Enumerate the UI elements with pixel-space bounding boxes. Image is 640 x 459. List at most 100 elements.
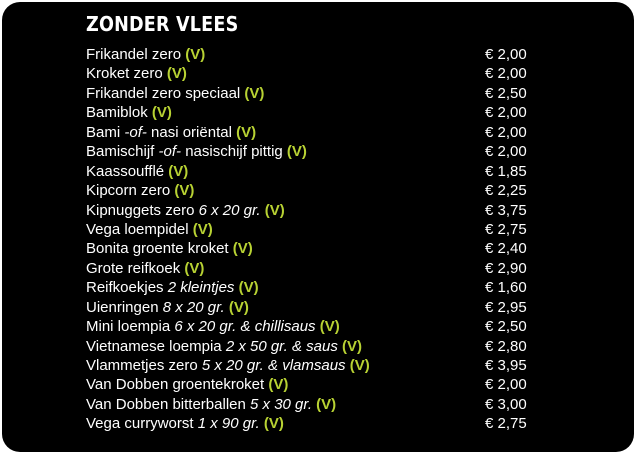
vegetarian-tag: (V): [236, 123, 257, 141]
menu-item: Mini loempia 6 x 20 gr. & chillisaus (V)…: [86, 317, 546, 336]
menu-item-description: Bonita groente kroket (V): [86, 239, 253, 258]
menu-item-description: Bami -of- nasi oriëntal (V): [86, 123, 256, 142]
menu-item-description: Bamischijf -of- nasischijf pittig (V): [86, 142, 307, 161]
vegetarian-tag: (V): [316, 395, 337, 413]
menu-item: Bamischijf -of- nasischijf pittig (V) € 2…: [86, 142, 546, 161]
menu-item-description: Frikandel zero speciaal (V): [86, 84, 264, 103]
menu-item-price: € 2,40: [485, 240, 527, 258]
vegetarian-tag: (V): [244, 84, 265, 102]
menu-item-description: Grote reifkoek (V): [86, 259, 204, 278]
menu-item-description: Vega loempidel (V): [86, 220, 213, 239]
vegetarian-tag: (V): [151, 104, 172, 122]
vegetarian-tag: (V): [286, 143, 307, 161]
menu-item-name: Bonita groente kroket: [86, 240, 229, 258]
vegetarian-tag: (V): [185, 46, 206, 63]
menu-item-name: Mini loempia: [86, 318, 171, 336]
menu-item: Vietnamese loempia 2 x 50 gr. & saus (V)…: [86, 337, 546, 356]
menu-item-description: Bamiblok (V): [86, 103, 172, 122]
menu-item-name: Bami: [86, 123, 121, 141]
menu-item: Vlammetjes zero 5 x 20 gr. & vlamsaus (V…: [86, 356, 546, 375]
menu-item-name-suffix: nasi oriëntal: [151, 123, 232, 141]
menu-item-price: € 2,00: [485, 46, 527, 63]
vegetarian-tag: (V): [166, 65, 187, 83]
menu-item-price: € 3,00: [485, 395, 527, 413]
menu-item-price: € 1,85: [485, 162, 527, 180]
menu-heading: ZONDER VLEES: [86, 12, 239, 36]
menu-item: Bami -of- nasi oriëntal (V) € 2,00: [86, 123, 546, 142]
menu-item-name: Kipcorn zero: [86, 182, 171, 200]
vegetarian-tag: (V): [184, 259, 205, 277]
menu-item-price: € 2,95: [485, 298, 527, 316]
menu-item-description: Kaassoufflé (V): [86, 162, 188, 181]
menu-item: Frikandel zero (V) € 2,00: [86, 45, 546, 64]
menu-item-detail: 2 x 50 gr. & saus: [225, 337, 338, 355]
menu-item-name: Uienringen: [86, 298, 159, 316]
menu-item: Van Dobben bitterballen 5 x 30 gr. (V) € …: [86, 395, 546, 414]
menu-item: Kroket zero (V) € 2,00: [86, 64, 546, 83]
menu-item-description: Kroket zero (V): [86, 64, 187, 83]
menu-item-detail: 6 x 20 gr.: [198, 201, 261, 219]
vegetarian-tag: (V): [263, 415, 284, 433]
menu-item: Kipnuggets zero 6 x 20 gr. (V) € 3,75: [86, 201, 546, 220]
vegetarian-tag: (V): [232, 240, 253, 258]
menu-item-price: € 2,00: [485, 65, 527, 83]
menu-item-description: Vega curryworst 1 x 90 gr. (V): [86, 414, 284, 433]
vegetarian-tag: (V): [264, 201, 285, 219]
menu-item-description: Van Dobben bitterballen 5 x 30 gr. (V): [86, 395, 336, 414]
menu-item: Kipcorn zero (V) € 2,25: [86, 181, 546, 200]
menu-item-description: Kipnuggets zero 6 x 20 gr. (V): [86, 201, 285, 220]
menu-item: Bonita groente kroket (V) € 2,40: [86, 239, 546, 258]
menu-item-name: Frikandel zero: [86, 46, 182, 63]
menu-item-name: Vietnamese loempia: [86, 337, 222, 355]
vegetarian-tag: (V): [238, 279, 259, 297]
vegetarian-tag: (V): [342, 337, 362, 355]
menu-item-price: € 2,00: [485, 143, 527, 161]
menu-item-price: € 2,90: [485, 259, 527, 277]
menu-item-name: Kipnuggets zero: [86, 201, 195, 219]
menu-item: Vega loempidel (V) € 2,75: [86, 220, 546, 239]
menu-item: Reifkoekjes 2 kleintjes (V) € 1,60: [86, 278, 546, 297]
menu-item-name: Van Dobben bitterballen: [86, 395, 246, 413]
menu-item-detail: 5 x 30 gr.: [250, 395, 312, 413]
menu-item-name: Kroket zero: [86, 65, 163, 83]
menu-item-name: Vega loempidel: [86, 220, 189, 238]
menu-item-price: € 2,75: [485, 220, 527, 238]
menu-item: Vega curryworst 1 x 90 gr. (V) € 2,75: [86, 414, 546, 433]
menu-item-description: Van Dobben groentekroket (V): [86, 375, 288, 394]
menu-item-price: € 2,50: [485, 84, 527, 102]
menu-item: Bamiblok (V) € 2,00: [86, 103, 546, 122]
vegetarian-tag: (V): [168, 162, 189, 180]
vegetarian-tag: (V): [228, 298, 249, 316]
menu-item-detail: 8 x 20 gr.: [162, 298, 225, 316]
menu-item-price: € 2,00: [485, 376, 527, 394]
menu-item-description: Reifkoekjes 2 kleintjes (V): [86, 278, 259, 297]
menu-item-description: Mini loempia 6 x 20 gr. & chillisaus (V): [86, 317, 340, 336]
menu-item: Frikandel zero speciaal (V) € 2,50: [86, 84, 546, 103]
menu-item-detail: 5 x 20 gr. & vlamsaus: [201, 357, 346, 374]
menu-item-description: Kipcorn zero (V): [86, 181, 194, 200]
menu-item-description: Vlammetjes zero 5 x 20 gr. & vlamsaus (V…: [86, 356, 370, 375]
menu-item: Van Dobben groentekroket (V) € 2,00: [86, 375, 546, 394]
menu-item-price: € 1,60: [485, 279, 527, 297]
menu-item-detail: -of-: [158, 143, 182, 161]
menu-item-price: € 2,50: [485, 318, 527, 336]
vegetarian-tag: (V): [349, 357, 370, 374]
menu-item-name: Kaassoufflé: [86, 162, 165, 180]
vegetarian-tag: (V): [174, 182, 195, 200]
menu-item-price: € 3,95: [485, 357, 527, 374]
menu-item: Grote reifkoek (V) € 2,90: [86, 259, 546, 278]
vegetarian-tag: (V): [319, 318, 340, 336]
menu-item-name: Van Dobben groentekroket: [86, 376, 265, 394]
menu-item: Uienringen 8 x 20 gr. (V) € 2,95: [86, 298, 546, 317]
menu-item-price: € 2,75: [485, 415, 527, 433]
menu-item-name: Bamischijf: [86, 143, 155, 161]
vegetarian-tag: (V): [268, 376, 289, 394]
menu-item-detail: 6 x 20 gr. & chillisaus: [174, 318, 316, 336]
menu-item-name-suffix: nasischijf pittig: [185, 143, 283, 161]
menu-item-name: Vlammetjes zero: [86, 357, 198, 374]
menu-item-name: Grote reifkoek: [86, 259, 181, 277]
menu-item-description: Uienringen 8 x 20 gr. (V): [86, 298, 249, 317]
menu-item: Kaassoufflé (V) € 1,85: [86, 162, 546, 181]
menu-item-name: Reifkoekjes: [86, 279, 164, 297]
menu-item-description: Vietnamese loempia 2 x 50 gr. & saus (V): [86, 337, 362, 356]
